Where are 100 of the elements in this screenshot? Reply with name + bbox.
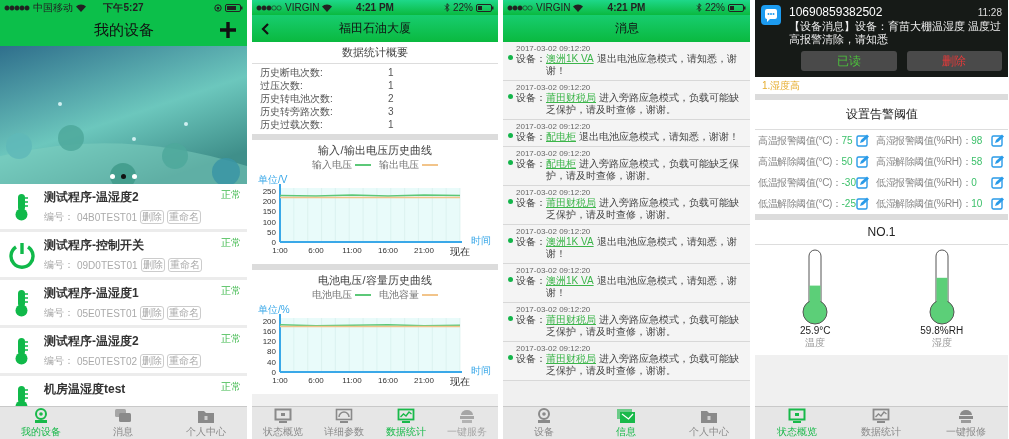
message-time: 2017-03-02 09:12:20 xyxy=(516,44,592,53)
mail-icon xyxy=(616,407,637,424)
tab[interactable]: 状态概览 xyxy=(252,407,314,439)
device-code: 09D0TEST01 xyxy=(77,259,138,271)
edit-icon[interactable] xyxy=(991,176,1004,189)
code-label: 编号： xyxy=(44,306,74,320)
action-button[interactable]: 删除 xyxy=(140,306,165,320)
add-icon[interactable] xyxy=(219,21,237,39)
tab[interactable]: 详细参数 xyxy=(313,407,375,439)
action-button[interactable]: 删除 xyxy=(140,354,165,368)
battery-icon xyxy=(225,3,243,12)
status-time: 下午5:27 xyxy=(103,0,144,15)
tick-label: 16:00 xyxy=(378,376,398,385)
signal-icon xyxy=(256,4,282,11)
unread-dot xyxy=(508,316,513,321)
device-link[interactable]: 莆田财税局 xyxy=(546,314,596,325)
stat-value: 2 xyxy=(388,92,394,105)
notification-button[interactable]: 删除 xyxy=(906,51,1002,71)
action-button[interactable]: 删除 xyxy=(140,258,165,272)
device-card[interactable]: 机房温湿度test 正常 xyxy=(0,376,247,406)
signal-icon xyxy=(507,4,533,11)
edit-icon[interactable] xyxy=(991,197,1004,210)
threshold-label: 低湿报警阈值(%RH)： xyxy=(876,175,972,190)
edit-icon[interactable] xyxy=(856,176,869,189)
code-label: 编号： xyxy=(44,258,74,272)
stat-value: 3 xyxy=(388,105,394,118)
status-label: 正常 xyxy=(221,188,241,202)
device-card[interactable]: 测试程序-温湿度2 编号： 04B0TEST01 删除 重命名 正常 xyxy=(0,184,247,229)
device-card[interactable]: 测试程序-温湿度2 编号： 05E0TEST02 删除 重命名 正常 xyxy=(0,328,247,373)
tick-label: 11:00 xyxy=(342,376,362,385)
message-text: 设备：莆田财税局 进入旁路应急模式，负载可能缺乏保护，请及时查修，谢谢。 xyxy=(516,353,740,377)
server-icon xyxy=(458,407,477,424)
tick-label: 21:00 xyxy=(414,376,434,385)
tab[interactable]: 个人中心 xyxy=(164,407,247,439)
action-button[interactable]: 重命名 xyxy=(167,258,202,272)
action-button[interactable]: 删除 xyxy=(140,210,165,224)
tab[interactable]: 我的设备 xyxy=(0,407,83,439)
device-title: NO.1 xyxy=(755,220,1008,245)
chart-icon xyxy=(872,407,891,424)
tick-label: 250 xyxy=(262,187,276,197)
edit-icon[interactable] xyxy=(856,134,869,147)
carousel-dot[interactable] xyxy=(132,174,137,179)
gauge-label: 湿度 xyxy=(931,336,952,350)
threshold-label: 低温解除阈值(°C)： xyxy=(758,196,842,211)
tab[interactable]: 设备 xyxy=(503,407,586,439)
tab[interactable]: 消息 xyxy=(82,407,165,439)
wifi-icon xyxy=(76,3,86,12)
tab[interactable]: 状态概览 xyxy=(755,407,840,439)
device-link[interactable]: 莆田财税局 xyxy=(546,92,596,103)
device-link[interactable]: 莆田财税局 xyxy=(546,353,596,364)
section-title: 数据统计概要 xyxy=(252,42,498,64)
notification-button[interactable]: 已读 xyxy=(801,51,897,71)
device-card[interactable]: 测试程序-控制开关 编号： 09D0TEST01 删除 重命名 正常 xyxy=(0,232,247,277)
screen-title: 我的设备 xyxy=(93,21,154,40)
wifi-icon xyxy=(573,3,584,12)
unread-dot xyxy=(508,199,513,204)
device-name: 测试程序-温湿度1 xyxy=(44,286,139,301)
legend-item: 电池电压 xyxy=(312,288,371,302)
carousel-dot[interactable] xyxy=(121,174,126,179)
battery-icon xyxy=(476,3,494,12)
threshold-value: 58 xyxy=(971,156,984,167)
gauge-label: 温度 xyxy=(805,336,826,350)
threshold-value: 50 xyxy=(841,156,854,167)
notification-time: 11:28 xyxy=(977,7,1002,18)
action-button[interactable]: 重命名 xyxy=(167,210,202,224)
edit-icon[interactable] xyxy=(856,197,869,210)
device-link[interactable]: 配电柜 xyxy=(546,158,576,169)
gauge-value: 59.8%RH xyxy=(920,325,964,336)
tab[interactable]: 数据统计 xyxy=(839,407,924,439)
tab[interactable]: 信息 xyxy=(585,407,668,439)
carousel-dot[interactable] xyxy=(110,174,115,179)
tick-label: 6:00 xyxy=(308,376,324,385)
device-name: 测试程序-控制开关 xyxy=(44,238,144,253)
screen-title: 消息 xyxy=(614,20,639,37)
action-button[interactable]: 重命名 xyxy=(167,354,202,368)
device-code: 04B0TEST01 xyxy=(77,211,138,223)
message-text: 设备：配电柜 退出电池应急模式，请知悉，谢谢！ xyxy=(516,131,740,143)
device-link[interactable]: 莆田财税局 xyxy=(546,197,596,208)
tick-label: 160 xyxy=(262,326,276,336)
monitor-icon xyxy=(788,407,807,424)
edit-icon[interactable] xyxy=(991,155,1004,168)
device-card[interactable]: 测试程序-温湿度1 编号： 05E0TEST01 删除 重命名 正常 xyxy=(0,280,247,325)
threshold-value: 0 xyxy=(971,177,978,188)
back-icon[interactable] xyxy=(261,23,269,35)
tab[interactable]: 个人中心 xyxy=(667,407,750,439)
axis-title: 时间 xyxy=(471,365,491,376)
edit-icon[interactable] xyxy=(856,155,869,168)
device-link[interactable]: 澳洲1K VA xyxy=(546,236,594,247)
thermometer-icon xyxy=(14,385,30,406)
tab[interactable]: 数据统计 xyxy=(375,407,437,439)
action-button[interactable]: 重命名 xyxy=(167,306,202,320)
device-link[interactable]: 澳洲1K VA xyxy=(546,275,594,286)
message-time: 2017-03-02 09:12:20 xyxy=(516,149,592,158)
device-name: 机房温湿度test xyxy=(44,382,126,397)
message-text: 设备：澳洲1K VA 退出电池应急模式，请知悉，谢谢！ xyxy=(516,236,738,260)
device-link[interactable]: 配电柜 xyxy=(546,131,576,142)
status-time: 4:21 PM xyxy=(356,2,394,13)
device-link[interactable]: 澳洲1K VA xyxy=(546,53,594,64)
edit-icon[interactable] xyxy=(991,134,1004,147)
legend-item: 输入电压 xyxy=(312,158,371,172)
